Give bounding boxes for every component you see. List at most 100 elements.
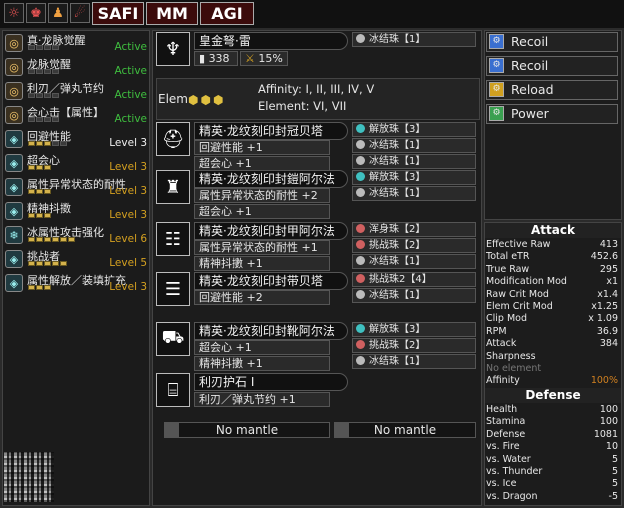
mantle-slot-1[interactable]: No mantle	[164, 422, 330, 438]
decoration-slot[interactable]: 冰结珠【1】	[352, 154, 476, 169]
decoration-slot[interactable]: 解放珠【3】	[352, 322, 476, 337]
level-pip	[52, 45, 59, 50]
stat-name: Total eTR	[486, 251, 530, 263]
stat-value: 384	[599, 338, 618, 350]
skill-row[interactable]: ❄ 冰属性攻击强化 Level 6	[4, 224, 149, 245]
stat-name: vs. Water	[486, 453, 531, 465]
armor-piece-icon[interactable]: ⛟	[156, 322, 190, 356]
skill-row[interactable]: ◈ 回避性能 Level 3	[4, 128, 149, 149]
mod-recoil[interactable]: ⚙ Recoil	[486, 32, 618, 52]
weapon-deco[interactable]: 冰结珠【1】	[352, 32, 476, 47]
level-pip	[28, 93, 35, 98]
skill-row[interactable]: ◈ 超会心 Level 3	[4, 152, 149, 173]
skill-icon[interactable]: ☄	[70, 3, 90, 23]
level-pip	[36, 285, 43, 290]
bowgun-icon[interactable]: ♆	[156, 32, 190, 66]
level-pip	[52, 237, 59, 242]
level-pip	[28, 237, 35, 242]
decoration-slot[interactable]: 挑战珠2【4】	[352, 272, 476, 287]
level-pip	[52, 93, 59, 98]
decoration-label: 冰结珠【1】	[369, 188, 426, 199]
decoration-slot[interactable]: 解放珠【3】	[352, 170, 476, 185]
skill-level: Level 3	[109, 209, 147, 221]
decoration-label: 解放珠【3】	[369, 324, 426, 335]
mod-label: Power	[511, 106, 549, 121]
crit-icon: ◈	[5, 154, 23, 172]
stat-row: vs. Dragon -5	[486, 491, 618, 503]
decoration-slot[interactable]: 浑身珠【2】	[352, 222, 476, 237]
level-pip	[44, 189, 51, 194]
armor-name[interactable]: 精英·龙纹刻印封冠贝塔	[194, 122, 348, 140]
ring-icon: ◎	[5, 82, 23, 100]
skill-row[interactable]: ◈ 挑战者 Level 5	[4, 248, 149, 269]
tab-safi[interactable]: SAFI	[92, 2, 144, 25]
armor-name[interactable]: 精英·龙纹刻印封带贝塔	[194, 272, 348, 290]
armor-skill: 回避性能 +1	[194, 140, 330, 155]
stat-value: 100%	[590, 375, 618, 387]
level-pip	[36, 189, 43, 194]
stat-value: x1.4	[597, 288, 618, 300]
skill-level-pips	[28, 141, 67, 147]
jewel-icon	[356, 356, 365, 365]
armor-piece-icon[interactable]: ☷	[156, 222, 190, 256]
weapon-name[interactable]: 皇金弩·雷	[194, 32, 348, 50]
armor-set-icon[interactable]: ♚	[26, 3, 46, 23]
stat-value: 36.9	[596, 325, 618, 337]
stat-row: Clip Mod x 1.09	[486, 313, 618, 325]
stat-row: True Raw 295	[486, 264, 618, 276]
stat-row: Total eTR 452.6	[486, 251, 618, 263]
skill-row[interactable]: ◎ 真·龙脉觉醒 Active	[4, 32, 149, 53]
armor-piece-icon[interactable]: ⛑	[156, 122, 190, 156]
mod-recoil[interactable]: ⚙ Recoil	[486, 56, 618, 76]
armor-skill: 精神抖擻 +1	[194, 356, 330, 371]
level-pip	[36, 213, 43, 218]
tab-mm[interactable]: MM	[146, 2, 198, 25]
armor-name[interactable]: 精英·龙纹刻印封鎧阿尔法	[194, 170, 348, 188]
decoration-slot[interactable]: 冰结珠【1】	[352, 288, 476, 303]
weapon-attack-value: 338	[208, 52, 230, 65]
weapon-deco-label: 冰结珠【1】	[369, 34, 426, 45]
fire-icon[interactable]: ☼	[4, 3, 24, 23]
skill-row[interactable]: ◎ 利刃／弹丸节约 Active	[4, 80, 149, 101]
charm-name[interactable]: 利刃护石 I	[194, 373, 348, 391]
decoration-slot[interactable]: 冰结珠【1】	[352, 138, 476, 153]
armor-name[interactable]: 精英·龙纹刻印封靴阿尔法	[194, 322, 348, 340]
armor-piece-icon[interactable]: ☰	[156, 272, 190, 306]
skill-row[interactable]: ◎ 会心击【属性】 Active	[4, 104, 149, 125]
decoration-slot[interactable]: 冰结珠【1】	[352, 354, 476, 369]
hex-icon: ⬢	[188, 93, 199, 107]
stat-value: x1	[606, 276, 618, 288]
skill-level: Active	[114, 65, 147, 77]
mantle-slot-2[interactable]: No mantle	[334, 422, 476, 438]
jewel-icon	[356, 340, 365, 349]
decoration-slot[interactable]: 挑战珠【2】	[352, 338, 476, 353]
mod-reload[interactable]: ⚙ Reload	[486, 80, 618, 100]
armor-piece-icon[interactable]: ♜	[156, 170, 190, 204]
stat-row: Elem Crit Mod x1.25	[486, 301, 618, 313]
stat-row: Sharpness	[486, 351, 618, 363]
skill-level-pips	[28, 189, 51, 195]
tab-agi[interactable]: AGI	[200, 2, 254, 25]
decoration-slot[interactable]: 冰结珠【1】	[352, 186, 476, 201]
skill-row[interactable]: ◈ 精神抖擞 Level 3	[4, 200, 149, 221]
decoration-slot[interactable]: 冰结珠【1】	[352, 254, 476, 269]
stat-name: RPM	[486, 325, 507, 337]
decoration-label: 冰结珠【1】	[369, 256, 426, 267]
level-pip	[44, 213, 51, 218]
mod-label: Recoil	[511, 58, 549, 73]
jewel-icon	[356, 324, 365, 333]
character-icon[interactable]: ♟	[48, 3, 68, 23]
skill-row[interactable]: ◎ 龙脉觉醒 Active	[4, 56, 149, 77]
mod-power[interactable]: ⚙ Power	[486, 104, 618, 124]
armor-name[interactable]: 精英·龙纹刻印封甲阿尔法	[194, 222, 348, 240]
skill-row[interactable]: ◈ 属性解放／装填扩充 Level 3	[4, 272, 149, 293]
charm-icon[interactable]: ⌸	[156, 373, 190, 407]
status-icon: ◈	[5, 178, 23, 196]
decoration-slot[interactable]: 解放珠【3】	[352, 122, 476, 137]
stat-value: 452.6	[590, 251, 618, 263]
decoration-slot[interactable]: 挑战珠【2】	[352, 238, 476, 253]
skill-row[interactable]: ◈ 属性异常状态的耐性 Level 3	[4, 176, 149, 197]
armor-skill: 超会心 +1	[194, 204, 330, 219]
stat-row: Affinity 100%	[486, 375, 618, 387]
reload-icon: ◈	[5, 274, 23, 292]
